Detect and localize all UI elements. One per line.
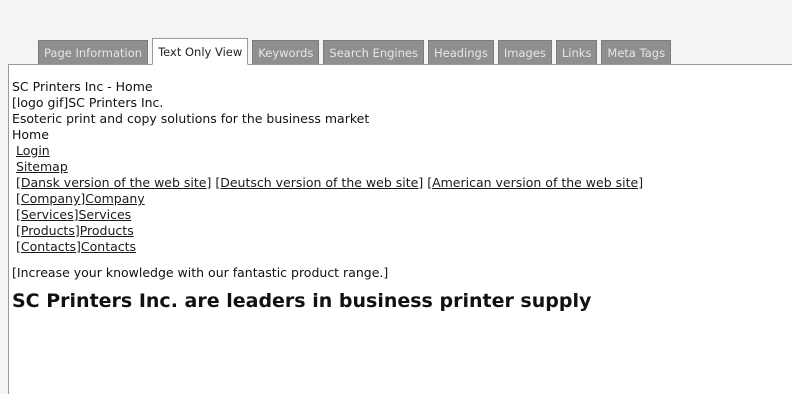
tab-images[interactable]: Images [497,40,552,64]
tab-keywords[interactable]: Keywords [252,40,320,64]
logo-alt-text: [logo gif]SC Printers Inc. [12,95,164,110]
dansk-version-link[interactable]: [Dansk version of the web site] [16,175,211,190]
tab-links[interactable]: Links [555,40,598,64]
nav-link-contacts[interactable]: [Contacts]Contacts [16,239,136,254]
nav-link-company[interactable]: [Company]Company [16,191,145,206]
login-link[interactable]: Login [16,143,50,158]
tab-headings[interactable]: Headings [427,40,494,64]
language-links: [Dansk version of the web site] [Deutsch … [12,175,792,191]
banner-alt-text: [Increase your knowledge with our fantas… [12,265,389,280]
nav-link-products[interactable]: [Products]Products [16,223,134,238]
tab-meta-tags[interactable]: Meta Tags [601,40,672,64]
home-text: Home [12,127,49,142]
american-version-link[interactable]: [American version of the web site] [427,175,643,190]
tab-page-information[interactable]: Page Information [38,40,149,64]
nav-link-services[interactable]: [Services]Services [16,207,131,222]
tab-search-engines[interactable]: Search Engines [323,40,424,64]
tab-text-only-view[interactable]: Text Only View [152,38,249,65]
tagline-text: Esoteric print and copy solutions for th… [12,111,370,126]
tab-bar: Page Information Text Only View Keywords… [38,38,672,65]
text-only-view-panel: SC Printers Inc - Home [logo gif]SC Prin… [8,64,792,394]
page-title-text: SC Printers Inc - Home [12,79,153,94]
sitemap-link[interactable]: Sitemap [16,159,68,174]
main-heading: SC Printers Inc. are leaders in business… [12,290,592,312]
deutsch-version-link[interactable]: [Deutsch version of the web site] [215,175,423,190]
